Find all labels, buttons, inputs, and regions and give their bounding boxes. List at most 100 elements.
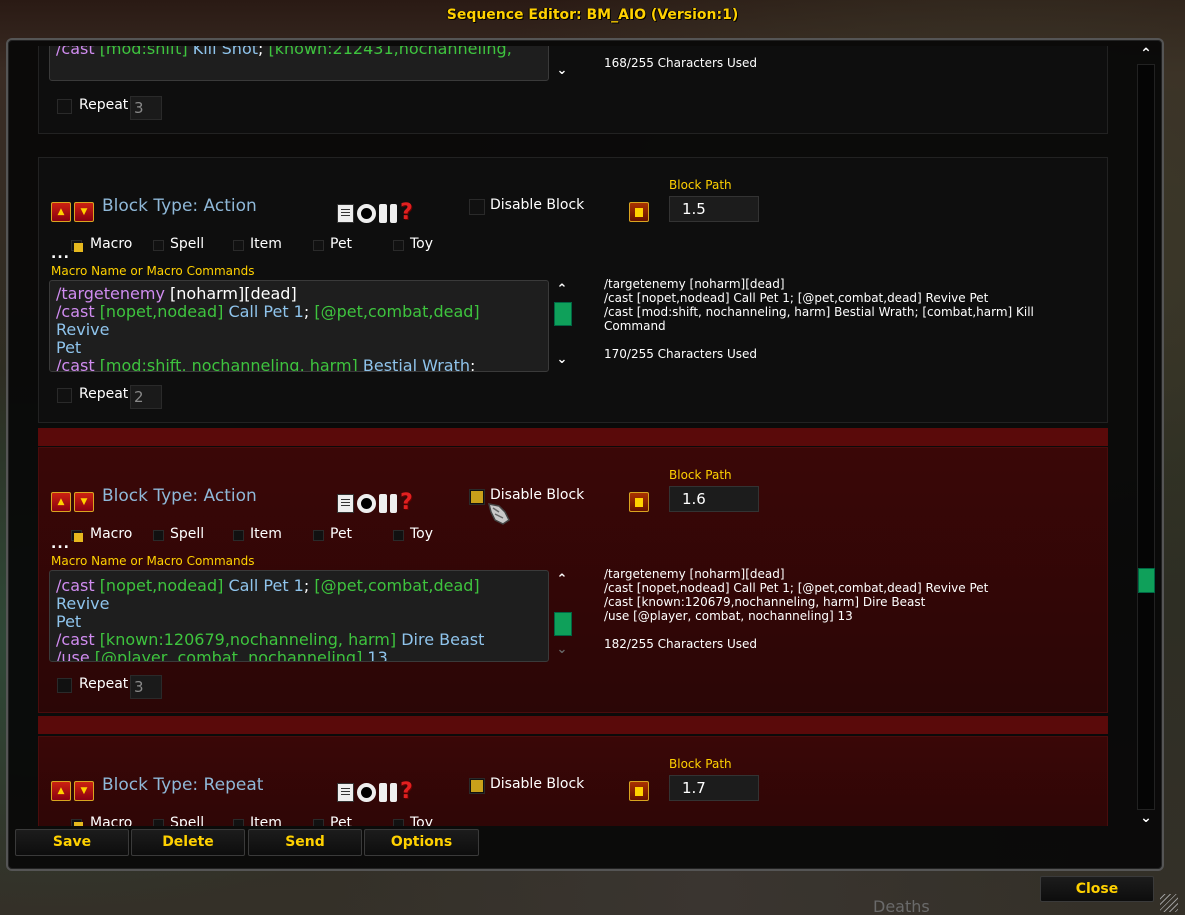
- macro-editor[interactable]: /targetenemy [noharm][dead]/cast [nopet,…: [49, 280, 549, 372]
- repeat-checkbox[interactable]: [57, 678, 72, 693]
- move-down-button[interactable]: ▼: [74, 492, 94, 512]
- record-icon[interactable]: [357, 203, 376, 223]
- block-path-input[interactable]: 1.6: [669, 486, 759, 512]
- chevron-up-icon[interactable]: ⌃: [1135, 46, 1157, 62]
- type-toy-radio[interactable]: [393, 530, 404, 541]
- arrow-up-icon: ▲: [57, 496, 65, 507]
- type-macro-radio[interactable]: [71, 530, 83, 542]
- type-item-label: Item: [250, 236, 282, 252]
- chevron-up-icon[interactable]: ⌃: [553, 572, 571, 588]
- type-pet-radio[interactable]: [313, 240, 324, 251]
- chevron-down-icon[interactable]: ⌄: [1135, 810, 1157, 826]
- background-deaths-text: Deaths: [873, 897, 930, 915]
- move-up-button[interactable]: ▲: [51, 492, 71, 512]
- type-item-radio[interactable]: [233, 240, 244, 251]
- scroll-thumb[interactable]: [554, 302, 572, 326]
- delete-block-button[interactable]: [629, 202, 649, 222]
- title-bar[interactable]: Sequence Editor: BM_AIO (Version:1): [0, 0, 1185, 30]
- editor-token: [mod:shift, nochanneling, harm]: [99, 356, 363, 372]
- type-spell-radio[interactable]: [153, 530, 164, 541]
- macro-editor[interactable]: /cast [mod:shift] Kill Shot; [known:2124…: [49, 46, 549, 81]
- editor-line: /use [@player, combat, nochanneling] 13: [56, 649, 536, 662]
- move-up-button[interactable]: ▲: [51, 202, 71, 222]
- type-macro-radio[interactable]: [71, 819, 83, 826]
- type-item-radio[interactable]: [233, 530, 244, 541]
- disable-block-checkbox[interactable]: [469, 199, 485, 215]
- save-button[interactable]: Save: [15, 829, 129, 856]
- move-down-button[interactable]: ▼: [74, 781, 94, 801]
- document-icon[interactable]: [337, 782, 354, 802]
- move-down-button[interactable]: ▼: [74, 202, 94, 222]
- help-question-icon[interactable]: ?: [400, 781, 413, 803]
- macro-editor[interactable]: /cast [nopet,nodead] Call Pet 1; [@pet,c…: [49, 570, 549, 662]
- ellipsis: ...: [51, 246, 70, 262]
- delete-block-button[interactable]: [629, 781, 649, 801]
- preview-line: /cast [mod:shift, nochanneling, harm] Be…: [604, 305, 1034, 319]
- close-button[interactable]: Close: [1040, 876, 1154, 902]
- editor-token: ;: [258, 46, 269, 58]
- repeat-label: Repeat: [79, 97, 129, 113]
- resize-grip-icon[interactable]: [1160, 894, 1178, 912]
- scroll-track[interactable]: [1137, 64, 1155, 810]
- type-macro-radio[interactable]: [71, 240, 83, 252]
- main-scrollbar[interactable]: ⌃ ⌄: [1135, 46, 1157, 826]
- chevron-down-icon[interactable]: ⌄: [553, 352, 571, 368]
- repeat-checkbox[interactable]: [57, 388, 72, 403]
- record-icon[interactable]: [357, 493, 376, 513]
- chevron-down-icon[interactable]: ⌄: [553, 63, 571, 79]
- arrow-down-icon: ▼: [80, 496, 88, 507]
- editor-token: [nopet,nodead]: [99, 302, 229, 321]
- repeat-checkbox[interactable]: [57, 99, 72, 114]
- move-up-button[interactable]: ▲: [51, 781, 71, 801]
- editor-token: [nopet,nodead]: [99, 576, 229, 595]
- type-pet-label: Pet: [330, 236, 353, 252]
- delete-button[interactable]: Delete: [131, 829, 245, 856]
- document-icon[interactable]: [337, 493, 354, 513]
- scroll-thumb[interactable]: [1138, 568, 1155, 593]
- trash-icon: [635, 497, 643, 507]
- chevron-up-icon[interactable]: ⌃: [553, 282, 571, 298]
- editor-scrollbar[interactable]: ⌃ ⌄: [553, 570, 572, 662]
- type-toy-radio[interactable]: [393, 819, 404, 826]
- editor-token: /cast: [56, 630, 100, 649]
- help-question-icon[interactable]: ?: [400, 202, 413, 224]
- char-count: 170/255 Characters Used: [604, 347, 758, 361]
- editor-line: Pet: [56, 339, 536, 357]
- repeat-input[interactable]: 3: [130, 675, 162, 699]
- editor-line: Pet: [56, 613, 536, 631]
- trash-icon: [635, 207, 643, 217]
- block-path-input[interactable]: 1.5: [669, 196, 759, 222]
- block-path-input[interactable]: 1.7: [669, 775, 759, 801]
- type-spell-radio[interactable]: [153, 819, 164, 826]
- help-question-icon[interactable]: ?: [400, 492, 413, 514]
- delete-block-button[interactable]: [629, 492, 649, 512]
- repeat-input[interactable]: 3: [130, 96, 162, 120]
- pause-icon[interactable]: [379, 203, 397, 223]
- editor-token: /cast: [56, 46, 100, 58]
- options-button[interactable]: Options: [364, 829, 479, 856]
- type-pet-radio[interactable]: [313, 530, 324, 541]
- block-path-label: Block Path: [669, 178, 732, 192]
- editor-token: Pet: [56, 338, 82, 357]
- type-toy-radio[interactable]: [393, 240, 404, 251]
- type-spell-radio[interactable]: [153, 240, 164, 251]
- repeat-input[interactable]: 2: [130, 385, 162, 409]
- send-button[interactable]: Send: [248, 829, 362, 856]
- chevron-down-icon[interactable]: ⌄: [553, 642, 571, 658]
- block-1-7: ▲ ▼ Block Type: Repeat ? Disable Block B…: [38, 736, 1108, 826]
- editor-scrollbar[interactable]: ⌄: [553, 46, 571, 81]
- type-item-radio[interactable]: [233, 819, 244, 826]
- type-pet-radio[interactable]: [313, 819, 324, 826]
- disable-block-checkbox[interactable]: [469, 489, 485, 505]
- type-macro-label: Macro: [90, 526, 133, 542]
- preview-line: Command: [604, 319, 666, 333]
- block-1-5: ▲ ▼ Block Type: Action ? Disable Block B…: [38, 157, 1108, 423]
- document-icon[interactable]: [337, 203, 354, 223]
- scroll-thumb[interactable]: [554, 612, 572, 636]
- disable-block-checkbox[interactable]: [469, 778, 485, 794]
- editor-token: [@player, combat, nochanneling]: [94, 648, 368, 662]
- pause-icon[interactable]: [379, 493, 397, 513]
- editor-scrollbar[interactable]: ⌃ ⌄: [553, 280, 572, 372]
- pause-icon[interactable]: [379, 782, 397, 802]
- record-icon[interactable]: [357, 782, 376, 802]
